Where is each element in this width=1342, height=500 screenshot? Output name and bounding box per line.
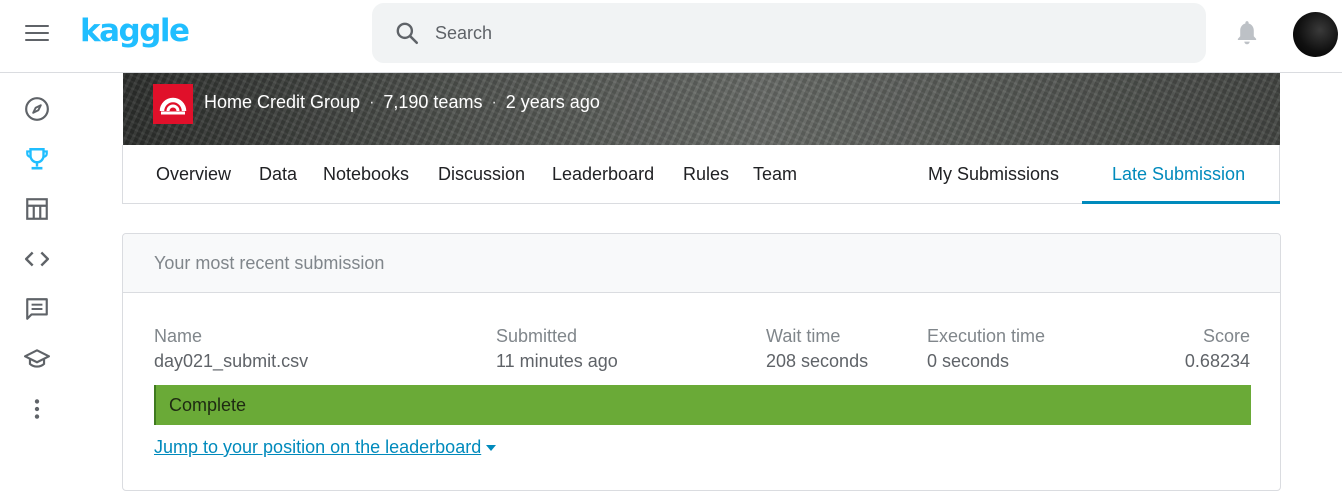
jump-to-leaderboard-link[interactable]: Jump to your position on the leaderboard <box>154 437 497 458</box>
submitted-column: Submitted 11 minutes ago <box>496 326 618 372</box>
card-title: Your most recent submission <box>123 234 1280 293</box>
user-avatar[interactable] <box>1293 12 1338 57</box>
search-bar[interactable] <box>372 3 1206 63</box>
compass-icon[interactable] <box>24 96 50 122</box>
school-icon[interactable] <box>24 346 50 372</box>
competition-age: 2 years ago <box>505 92 600 112</box>
comment-icon[interactable] <box>24 296 50 322</box>
execution-time-column: Execution time 0 seconds <box>927 326 1045 372</box>
score-column: Score 0.68234 <box>1185 326 1250 372</box>
competition-meta: Home Credit Group · 7,190 teams · 2 year… <box>204 92 600 113</box>
tab-my-submissions[interactable]: My Submissions <box>928 145 1059 203</box>
tab-data[interactable]: Data <box>259 145 297 203</box>
tab-overview[interactable]: Overview <box>156 145 231 203</box>
score-value: 0.68234 <box>1184 351 1250 371</box>
wait-time-label: Wait time <box>766 326 841 346</box>
competition-banner: Home Credit Group · 7,190 teams · 2 year… <box>123 73 1280 145</box>
notifications-bell-icon[interactable] <box>1234 19 1260 47</box>
caret-down-icon <box>486 445 497 452</box>
tab-rules[interactable]: Rules <box>683 145 729 203</box>
active-tab-indicator <box>1082 201 1280 204</box>
more-vert-icon[interactable] <box>24 396 50 422</box>
wait-time-column: Wait time 208 seconds <box>766 326 868 372</box>
host-name[interactable]: Home Credit Group <box>204 92 360 113</box>
home-credit-logo-icon <box>153 84 193 124</box>
table-icon[interactable] <box>24 196 50 222</box>
trophy-icon[interactable] <box>24 146 50 172</box>
name-label: Name <box>154 326 203 346</box>
tab-notebooks[interactable]: Notebooks <box>323 145 409 203</box>
menu-icon[interactable] <box>25 23 49 43</box>
wait-time-value: 208 seconds <box>766 351 869 371</box>
submitted-label: Submitted <box>496 326 578 346</box>
teams-count: 7,190 teams <box>383 92 483 112</box>
search-input[interactable] <box>435 22 1135 44</box>
code-icon[interactable] <box>24 246 50 272</box>
competition-tabs: Overview Data Notebooks Discussion Leade… <box>122 145 1280 204</box>
top-bar: kaggle <box>0 0 1342 73</box>
status-bar: Complete <box>154 385 1251 425</box>
recent-submission-card: Your most recent submission Name day021_… <box>122 233 1281 491</box>
execution-time-value: 0 seconds <box>927 351 1010 371</box>
search-icon <box>396 22 419 45</box>
kaggle-logo[interactable]: kaggle <box>80 13 190 49</box>
jump-link-label: Jump to your position on the leaderboard <box>154 437 482 457</box>
execution-time-label: Execution time <box>927 326 1046 346</box>
tab-leaderboard[interactable]: Leaderboard <box>552 145 654 203</box>
tab-discussion[interactable]: Discussion <box>438 145 525 203</box>
tab-late-submission[interactable]: Late Submission <box>1112 145 1245 203</box>
separator-dot: · <box>491 93 497 111</box>
tab-team[interactable]: Team <box>753 145 797 203</box>
separator-dot: · <box>369 93 375 111</box>
score-label: Score <box>1202 326 1250 346</box>
file-name: day021_submit.csv <box>154 351 309 371</box>
name-column: Name day021_submit.csv <box>154 326 308 372</box>
submitted-value: 11 minutes ago <box>496 351 618 371</box>
